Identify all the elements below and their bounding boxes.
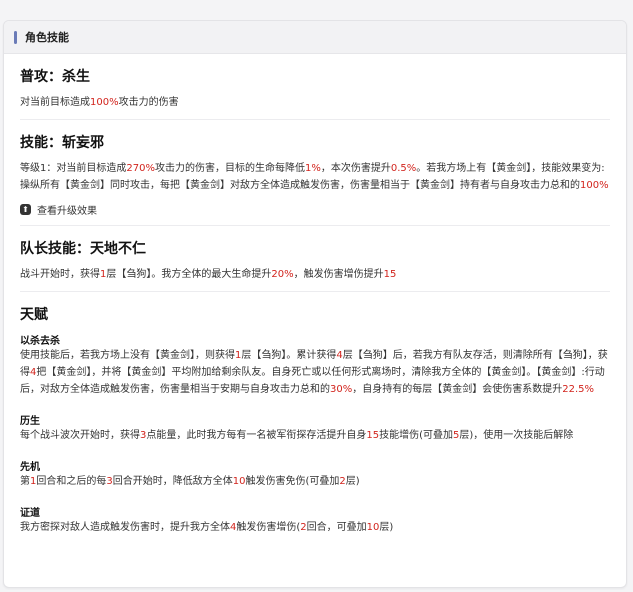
normal-attack-section: 普攻：杀生 对当前目标造成100%攻击力的伤害 <box>20 54 610 120</box>
desc-text: 攻击力的伤害，目标的生命每降低 <box>154 163 305 174</box>
talent-item: 证道 我方密探对敌人造成触发伤害时，提升我方全体4触发伤害增伤(2回合，可叠加1… <box>20 504 610 536</box>
desc-text: 回合，可叠加 <box>306 522 367 533</box>
talent-name: 历生 <box>20 416 40 427</box>
talent-name: 以杀去杀 <box>20 336 60 347</box>
desc-text: 使用技能后，若我方场上没有【黄金剑】，则获得 <box>20 350 235 361</box>
skill-section: 技能：斩妄邪 等级1：对当前目标造成270%攻击力的伤害，目标的生命每降低1%，… <box>20 120 610 226</box>
highlight-value: 20% <box>271 269 294 280</box>
normal-attack-desc: 对当前目标造成100%攻击力的伤害 <box>20 94 610 111</box>
view-upgrade-label: 查看升级效果 <box>37 206 97 217</box>
desc-text: 点能量，此时我方每有一名被军衔探存活提升自身 <box>146 430 367 441</box>
desc-text: 层【刍狗】。累计获得 <box>241 350 337 361</box>
desc-text: 层)，使用一次技能后解除 <box>459 430 574 441</box>
talent-desc: 使用技能后，若我方场上没有【黄金剑】，则获得1层【刍狗】。累计获得4层【刍狗】后… <box>20 347 610 398</box>
desc-text: 战斗开始时，获得 <box>20 269 100 280</box>
header-accent-bar <box>14 30 17 44</box>
skill-desc: 等级1：对当前目标造成270%攻击力的伤害，目标的生命每降低1%，本次伤害提升0… <box>20 160 610 194</box>
leader-skill-section: 队长技能：天地不仁 战斗开始时，获得1层【刍狗】。我方全体的最大生命提升20%，… <box>20 226 610 292</box>
skills-card: 角色技能 普攻：杀生 对当前目标造成100%攻击力的伤害 技能：斩妄邪 等级1：… <box>3 20 627 588</box>
highlight-value: 0.5% <box>390 163 417 174</box>
talent-item: 先机 第1回合和之后的每3回合开始时，降低敌方全体10触发伤害免伤(可叠加2层) <box>20 458 610 490</box>
highlight-value: 1% <box>304 163 321 174</box>
highlight-value: 100% <box>90 97 119 108</box>
talent-desc: 每个战斗波次开始时，获得3点能量，此时我方每有一名被军衔探存活提升自身15技能增… <box>20 427 610 444</box>
talent-name: 证道 <box>20 508 40 519</box>
desc-text: 回合和之后的每 <box>36 476 107 487</box>
talents-title: 天赋 <box>20 307 48 323</box>
desc-text: 回合开始时，降低敌方全体 <box>112 476 233 487</box>
desc-text: 我方密探对敌人造成触发伤害时，提升我方全体 <box>20 522 230 533</box>
desc-text: 每个战斗波次开始时，获得 <box>20 430 140 441</box>
upgrade-icon: ⬆ <box>20 204 31 215</box>
talents-section: 天赋 以杀去杀 使用技能后，若我方场上没有【黄金剑】，则获得1层【刍狗】。累计获… <box>20 292 610 558</box>
talent-item: 以杀去杀 使用技能后，若我方场上没有【黄金剑】，则获得1层【刍狗】。累计获得4层… <box>20 332 610 398</box>
card-header: 角色技能 <box>4 21 626 54</box>
leader-skill-title: 队长技能：天地不仁 <box>20 241 146 257</box>
highlight-value: 10 <box>366 522 380 533</box>
talent-desc: 我方密探对敌人造成触发伤害时，提升我方全体4触发伤害增伤(2回合，可叠加10层) <box>20 519 610 536</box>
desc-text: 层) <box>345 476 360 487</box>
normal-attack-title: 普攻：杀生 <box>20 69 90 85</box>
talent-item: 历生 每个战斗波次开始时，获得3点能量，此时我方每有一名被军衔探存活提升自身15… <box>20 412 610 444</box>
desc-text: ，自身持有的每层【黄金剑】会使伤害系数提升 <box>352 384 563 395</box>
highlight-value: 30% <box>330 384 353 395</box>
desc-text: 层) <box>379 522 394 533</box>
desc-text: 第 <box>20 476 30 487</box>
talent-name: 先机 <box>20 462 40 473</box>
desc-text: ，本次伤害提升 <box>320 163 391 174</box>
desc-text: 触发伤害增伤( <box>236 522 301 533</box>
card-title: 角色技能 <box>25 31 69 44</box>
desc-text: 触发伤害免伤(可叠加 <box>245 476 340 487</box>
talent-desc: 第1回合和之后的每3回合开始时，降低敌方全体10触发伤害免伤(可叠加2层) <box>20 473 610 490</box>
view-upgrade-button[interactable]: ⬆ 查看升级效果 <box>20 202 610 217</box>
highlight-value: 15 <box>366 430 380 441</box>
highlight-value: 15 <box>383 269 397 280</box>
desc-text: 层【刍狗】。我方全体的最大生命提升 <box>106 269 272 280</box>
highlight-value: 100% <box>580 180 609 191</box>
highlight-value: 22.5% <box>562 384 595 395</box>
highlight-value: 10 <box>232 476 246 487</box>
desc-text: 攻击力的伤害 <box>118 97 179 108</box>
leader-skill-desc: 战斗开始时，获得1层【刍狗】。我方全体的最大生命提升20%，触发伤害增伤提升15 <box>20 266 610 283</box>
skill-title: 技能：斩妄邪 <box>20 135 104 151</box>
desc-text: ，触发伤害增伤提升 <box>293 269 384 280</box>
desc-text: 对当前目标造成 <box>20 97 90 108</box>
desc-text: 技能增伤(可叠加 <box>379 430 454 441</box>
desc-text: 等级1：对当前目标造成 <box>20 163 127 174</box>
highlight-value: 270% <box>126 163 155 174</box>
